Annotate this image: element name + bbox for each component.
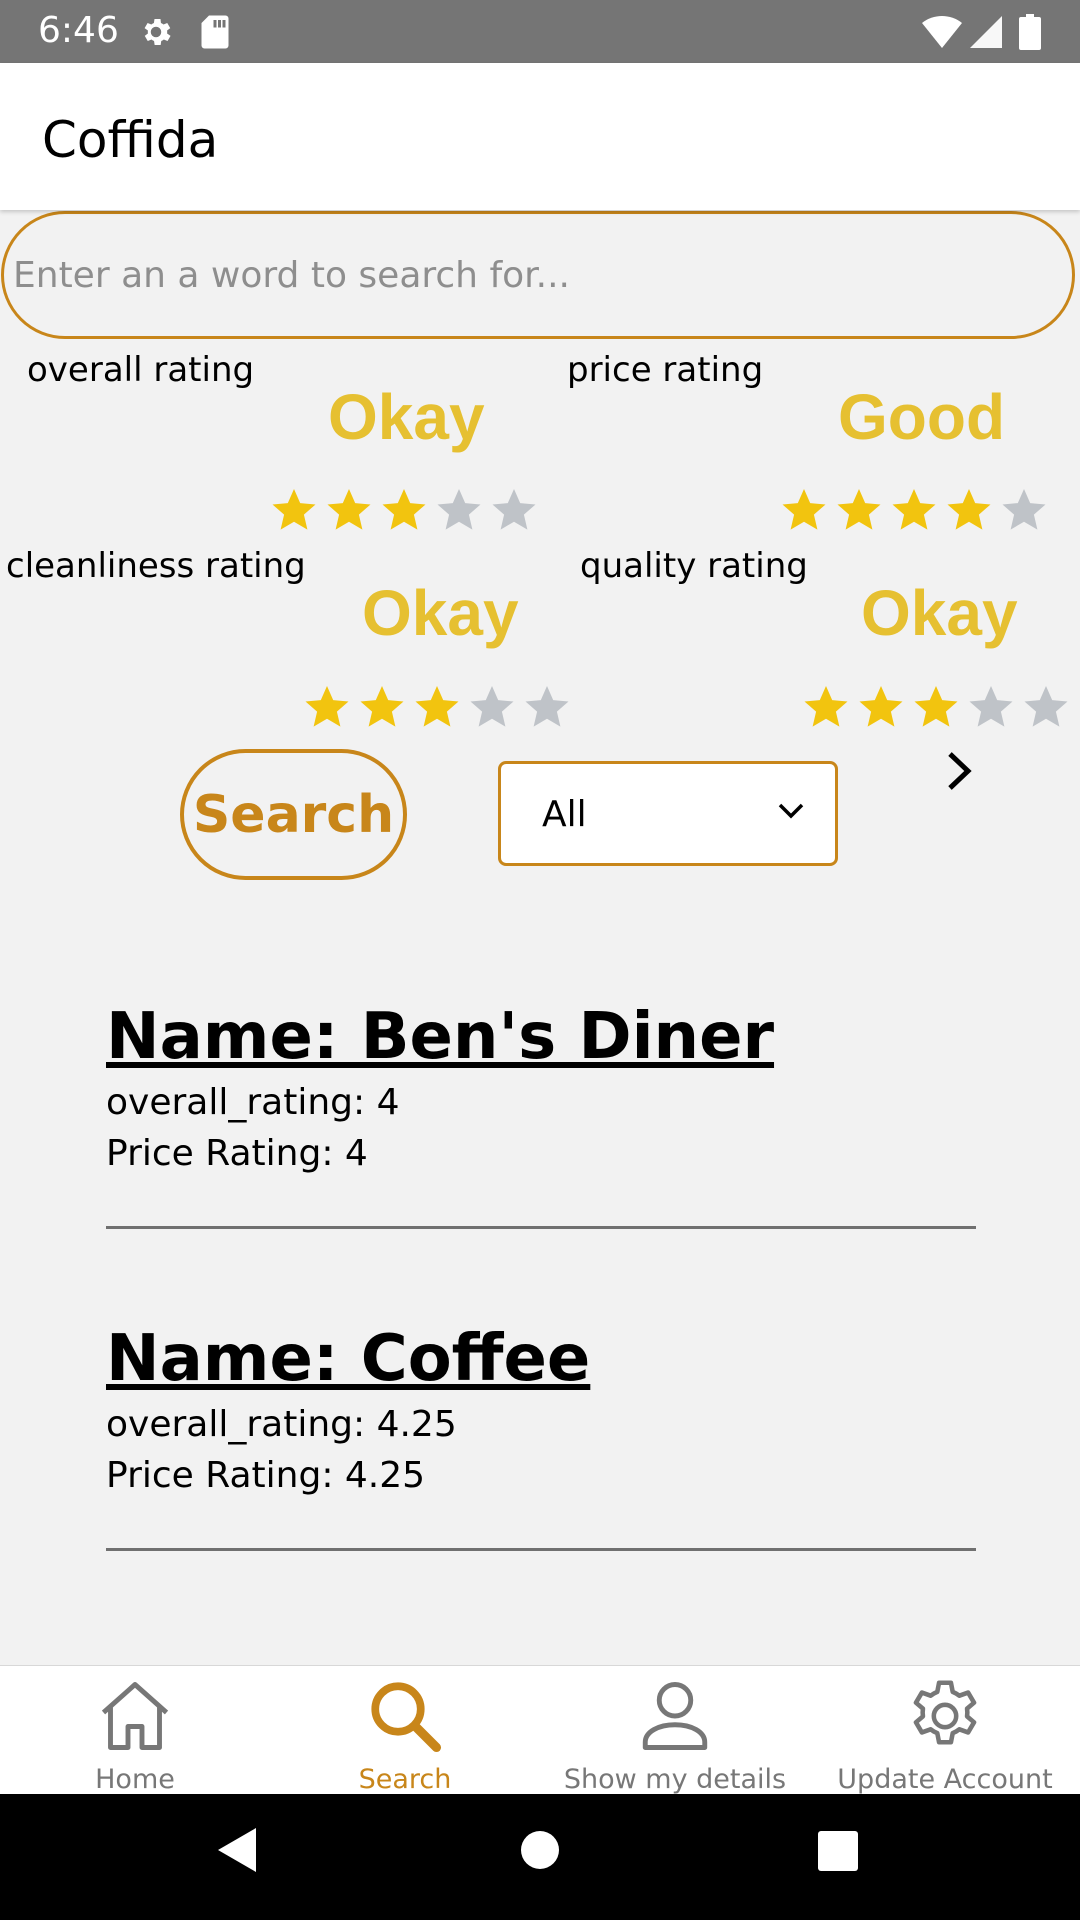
status-time: 6:46 [38,10,119,51]
divider [106,1226,976,1229]
search-icon [363,1674,447,1763]
back-icon[interactable] [216,1826,258,1879]
nav-show-my-details[interactable]: Show my details [540,1666,810,1795]
star-filled-icon[interactable] [325,486,373,534]
recents-icon[interactable] [818,1831,858,1876]
price-rating-label: price rating [567,350,764,390]
chevron-down-icon [777,801,805,826]
nav-update-account[interactable]: Update Account [810,1666,1080,1795]
app-bar: Coffida [0,63,1080,210]
nav-label-update-account: Update Account [837,1764,1053,1795]
star-filled-icon[interactable] [912,683,960,731]
home-circle-icon[interactable] [521,1831,559,1874]
quality-rating-label: quality rating [580,546,808,586]
filter-selected-value: All [542,794,587,835]
quality-rating-word: Okay [861,577,1018,649]
star-filled-icon[interactable] [780,486,828,534]
sd-card-icon [200,14,230,55]
star-filled-icon[interactable] [857,683,905,731]
star-empty-icon[interactable] [523,683,571,731]
nav-label-home: Home [95,1764,175,1795]
app-title: Coffida [42,111,219,169]
price-rating-word: Good [838,381,1006,453]
filter-select[interactable]: All [498,761,838,866]
status-bar: 6:46 [0,0,1080,63]
star-filled-icon[interactable] [380,486,428,534]
person-icon [633,1674,717,1763]
star-empty-icon[interactable] [490,486,538,534]
home-icon [93,1674,177,1763]
result-name[interactable]: Name: Coffee [106,1322,590,1396]
search-input[interactable] [1,211,1075,339]
settings-icon [138,14,174,55]
result-name[interactable]: Name: Ben's Diner [106,1000,774,1074]
list-item[interactable]: Name: Coffee overall_rating: 4.25 Price … [106,1322,976,1562]
star-filled-icon[interactable] [802,683,850,731]
bottom-navigation: Home Search Show my details Update Accou… [0,1665,1080,1795]
search-button[interactable]: Search [180,749,407,880]
star-empty-icon[interactable] [967,683,1015,731]
overall-rating-label: overall rating [27,350,255,390]
star-empty-icon[interactable] [1000,486,1048,534]
list-item[interactable]: Name: Ben's Diner overall_rating: 4 Pric… [106,1000,976,1240]
overall-rating-word: Okay [328,381,485,453]
chevron-right-icon[interactable] [940,748,980,799]
star-filled-icon[interactable] [413,683,461,731]
star-filled-icon[interactable] [945,486,993,534]
result-price-rating: Price Rating: 4 [106,1133,368,1174]
gear-icon [903,1674,987,1763]
star-empty-icon[interactable] [1022,683,1070,731]
star-filled-icon[interactable] [890,486,938,534]
star-filled-icon[interactable] [270,486,318,534]
result-overall-rating: overall_rating: 4 [106,1082,400,1123]
star-filled-icon[interactable] [303,683,351,731]
nav-home[interactable]: Home [0,1666,270,1795]
wifi-icon [920,14,964,55]
star-filled-icon[interactable] [358,683,406,731]
nav-label-show-my-details: Show my details [563,1764,787,1795]
system-navigation-bar [0,1794,1080,1920]
nav-label-search: Search [358,1764,452,1795]
star-filled-icon[interactable] [835,486,883,534]
nav-search[interactable]: Search [270,1666,540,1795]
divider [106,1548,976,1551]
signal-icon [968,14,1004,55]
battery-icon [1019,14,1041,55]
result-overall-rating: overall_rating: 4.25 [106,1404,457,1445]
cleanliness-rating-word: Okay [362,577,519,649]
cleanliness-rating-label: cleanliness rating [6,546,306,586]
result-price-rating: Price Rating: 4.25 [106,1455,426,1496]
star-empty-icon[interactable] [435,486,483,534]
star-empty-icon[interactable] [468,683,516,731]
